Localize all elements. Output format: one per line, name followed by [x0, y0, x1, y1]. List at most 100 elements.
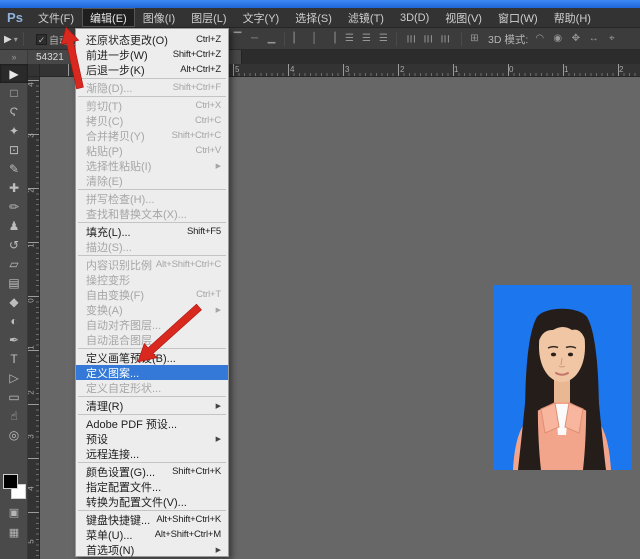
menu-item-step-backward[interactable]: 后退一步(K)Alt+Ctrl+Z [76, 62, 228, 77]
menu-item-define-brush-preset[interactable]: 定义画笔预设(B)... [76, 350, 228, 365]
menu-item-label: 内容识别比例 [86, 257, 152, 273]
healing-brush-tool[interactable]: ✚ [0, 178, 28, 197]
lasso-tool[interactable]: Ϛ [0, 102, 28, 121]
3d-roll-icon[interactable]: ◉ [550, 29, 565, 49]
3d-drag-icon[interactable]: ✥ [568, 29, 583, 49]
eyedropper-tool[interactable]: ✎ [0, 159, 28, 178]
menu-item-label: 操控变形 [86, 272, 130, 288]
distribute-vertical-centers-icon[interactable]: ☰ [359, 29, 374, 49]
dodge-tool[interactable]: ◐ [0, 311, 28, 330]
ruler-tick-label: 1 [27, 345, 36, 349]
type-tool[interactable]: T [0, 349, 28, 368]
menu-item-keyboard-shortcuts[interactable]: 键盘快捷键...Alt+Shift+Ctrl+K [76, 512, 228, 527]
ruler-tick-label: 2 [619, 65, 623, 74]
crop-tool[interactable]: ⊡ [0, 140, 28, 159]
chevron-down-icon: ▾ [14, 35, 18, 44]
tool-preset-picker[interactable]: ▶ ▾ [4, 28, 27, 50]
ruler-tick-label: 3 [345, 65, 349, 74]
distribute-top-edges-icon[interactable]: ☰ [342, 29, 357, 49]
menu-item-preferences[interactable]: 首选项(N)▶ [76, 542, 228, 557]
blur-tool[interactable]: ◆ [0, 292, 28, 311]
align-vertical-centers-icon[interactable]: ─ [247, 29, 262, 49]
align-top-edges-icon[interactable]: ▔ [230, 29, 245, 49]
menu-item-label: 转换为配置文件(V)... [86, 494, 187, 510]
divider [461, 32, 462, 46]
pen-tool[interactable]: ✒ [0, 330, 28, 349]
photoshop-window: Ps 文件(F)编辑(E)图像(I)图层(L)文字(Y)选择(S)滤镜(T)3D… [0, 0, 640, 559]
distribute-buttons: ☰☰☰☰☰☰ [342, 28, 451, 50]
quick-mask-button[interactable]: ▣ [0, 506, 28, 519]
menubar-item-type[interactable]: 文字(Y) [235, 8, 288, 27]
eraser-tool[interactable]: ▱ [0, 254, 28, 273]
clone-stamp-tool[interactable]: ♟ [0, 216, 28, 235]
screen-mode-button[interactable]: ▦ [0, 526, 28, 539]
history-brush-tool[interactable]: ↺ [0, 235, 28, 254]
menubar-item-file[interactable]: 文件(F) [30, 8, 82, 27]
menu-item-cut: 剪切(T)Ctrl+X [76, 98, 228, 113]
ruler-origin-box[interactable] [28, 64, 40, 77]
menu-item-label: 预设 [86, 431, 108, 447]
menubar-item-view[interactable]: 视图(V) [437, 8, 490, 27]
brush-tool[interactable]: ✏ [0, 197, 28, 216]
threed-mode-label: 3D 模式: [488, 32, 528, 47]
menubar-item-help[interactable]: 帮助(H) [546, 8, 599, 27]
auto-select-group: ✓ 自动选择: [36, 28, 75, 50]
menu-item-assign-profile[interactable]: 指定配置文件... [76, 479, 228, 494]
menubar-item-window[interactable]: 窗口(W) [490, 8, 546, 27]
menu-item-adobe-pdf-presets[interactable]: Adobe PDF 预设... [76, 416, 228, 431]
menubar-item-image[interactable]: 图像(I) [135, 8, 183, 27]
move-tool[interactable]: ▶ [0, 64, 28, 83]
menu-item-label: 指定配置文件... [86, 479, 161, 495]
menu-item-remote-connections[interactable]: 远程连接... [76, 446, 228, 461]
distribute-right-edges-icon[interactable]: ☰ [434, 32, 454, 47]
menu-item-shortcut: Shift+Ctrl+Z [173, 49, 221, 60]
menu-item-step-forward[interactable]: 前进一步(W)Shift+Ctrl+Z [76, 47, 228, 62]
menu-item-color-settings[interactable]: 颜色设置(G)...Shift+Ctrl+K [76, 464, 228, 479]
vertical-ruler[interactable]: 4321012345 [28, 77, 40, 559]
menu-item-paste-special: 选择性粘贴(I)▶ [76, 158, 228, 173]
menu-item-define-pattern[interactable]: 定义图案... [76, 365, 228, 380]
menubar-item-select[interactable]: 选择(S) [287, 8, 340, 27]
menu-item-convert-to-profile[interactable]: 转换为配置文件(V)... [76, 494, 228, 509]
portrait-photo [493, 285, 632, 470]
zoom-tool[interactable]: ◎ [0, 425, 28, 444]
align-horizontal-centers-icon[interactable]: │ [307, 29, 322, 49]
gradient-tool[interactable]: ▤ [0, 273, 28, 292]
menu-item-label: 定义画笔预设(B)... [86, 350, 176, 366]
3d-scale-icon[interactable]: ⌖ [604, 29, 619, 49]
menubar-item-3d[interactable]: 3D(D) [392, 8, 437, 27]
auto-select-label: 自动选择: [49, 32, 75, 47]
menu-item-fill[interactable]: 填充(L)...Shift+F5 [76, 224, 228, 239]
align-right-edges-icon[interactable]: ▕ [324, 29, 339, 49]
menubar-item-filter[interactable]: 滤镜(T) [340, 8, 392, 27]
3d-rotate-icon[interactable]: ◠ [532, 29, 547, 49]
menubar-item-edit[interactable]: 编辑(E) [82, 8, 135, 27]
auto-align-layers-icon[interactable]: ⊞ [467, 29, 482, 49]
hand-tool[interactable]: ☝ [0, 406, 28, 425]
auto-select-checkbox[interactable]: ✓ [36, 34, 47, 45]
menubar-item-layer[interactable]: 图层(L) [183, 8, 234, 27]
id-photo-image[interactable] [493, 285, 632, 470]
panel-collapse-icon[interactable]: » [0, 50, 28, 64]
path-selection-tool[interactable]: ▷ [0, 368, 28, 387]
submenu-arrow-icon: ▶ [216, 162, 221, 170]
menu-item-label: 后退一步(K) [86, 62, 145, 78]
tools-panel: » ▶□Ϛ✦⊡✎✚✏♟↺▱▤◆◐✒T▷ ▭ ☝◎ ▣ ▦ [0, 50, 28, 559]
foreground-color-swatch[interactable] [3, 474, 18, 489]
menubar-items: 文件(F)编辑(E)图像(I)图层(L)文字(Y)选择(S)滤镜(T)3D(D)… [30, 8, 599, 27]
menu-item-undo-state-change[interactable]: 还原状态更改(O)Ctrl+Z [76, 32, 228, 47]
menu-item-menus[interactable]: 菜单(U)...Alt+Shift+Ctrl+M [76, 527, 228, 542]
quick-selection-tool[interactable]: ✦ [0, 121, 28, 140]
3d-slide-icon[interactable]: ↔ [586, 29, 601, 49]
align-bottom-edges-icon[interactable]: ▁ [264, 29, 279, 49]
document-tab-title: 54321 [28, 52, 64, 63]
menu-item-label: 剪切(T) [86, 98, 122, 114]
color-swatches [3, 474, 27, 500]
marquee-tool[interactable]: □ [0, 83, 28, 102]
shape-tool[interactable]: ▭ [0, 387, 28, 406]
distribute-bottom-edges-icon[interactable]: ☰ [376, 29, 391, 49]
menu-item-presets[interactable]: 预设▶ [76, 431, 228, 446]
shape-tool-icon: ▭ [8, 390, 19, 404]
menu-item-purge[interactable]: 清理(R)▶ [76, 398, 228, 413]
align-left-edges-icon[interactable]: ▏ [290, 29, 305, 49]
